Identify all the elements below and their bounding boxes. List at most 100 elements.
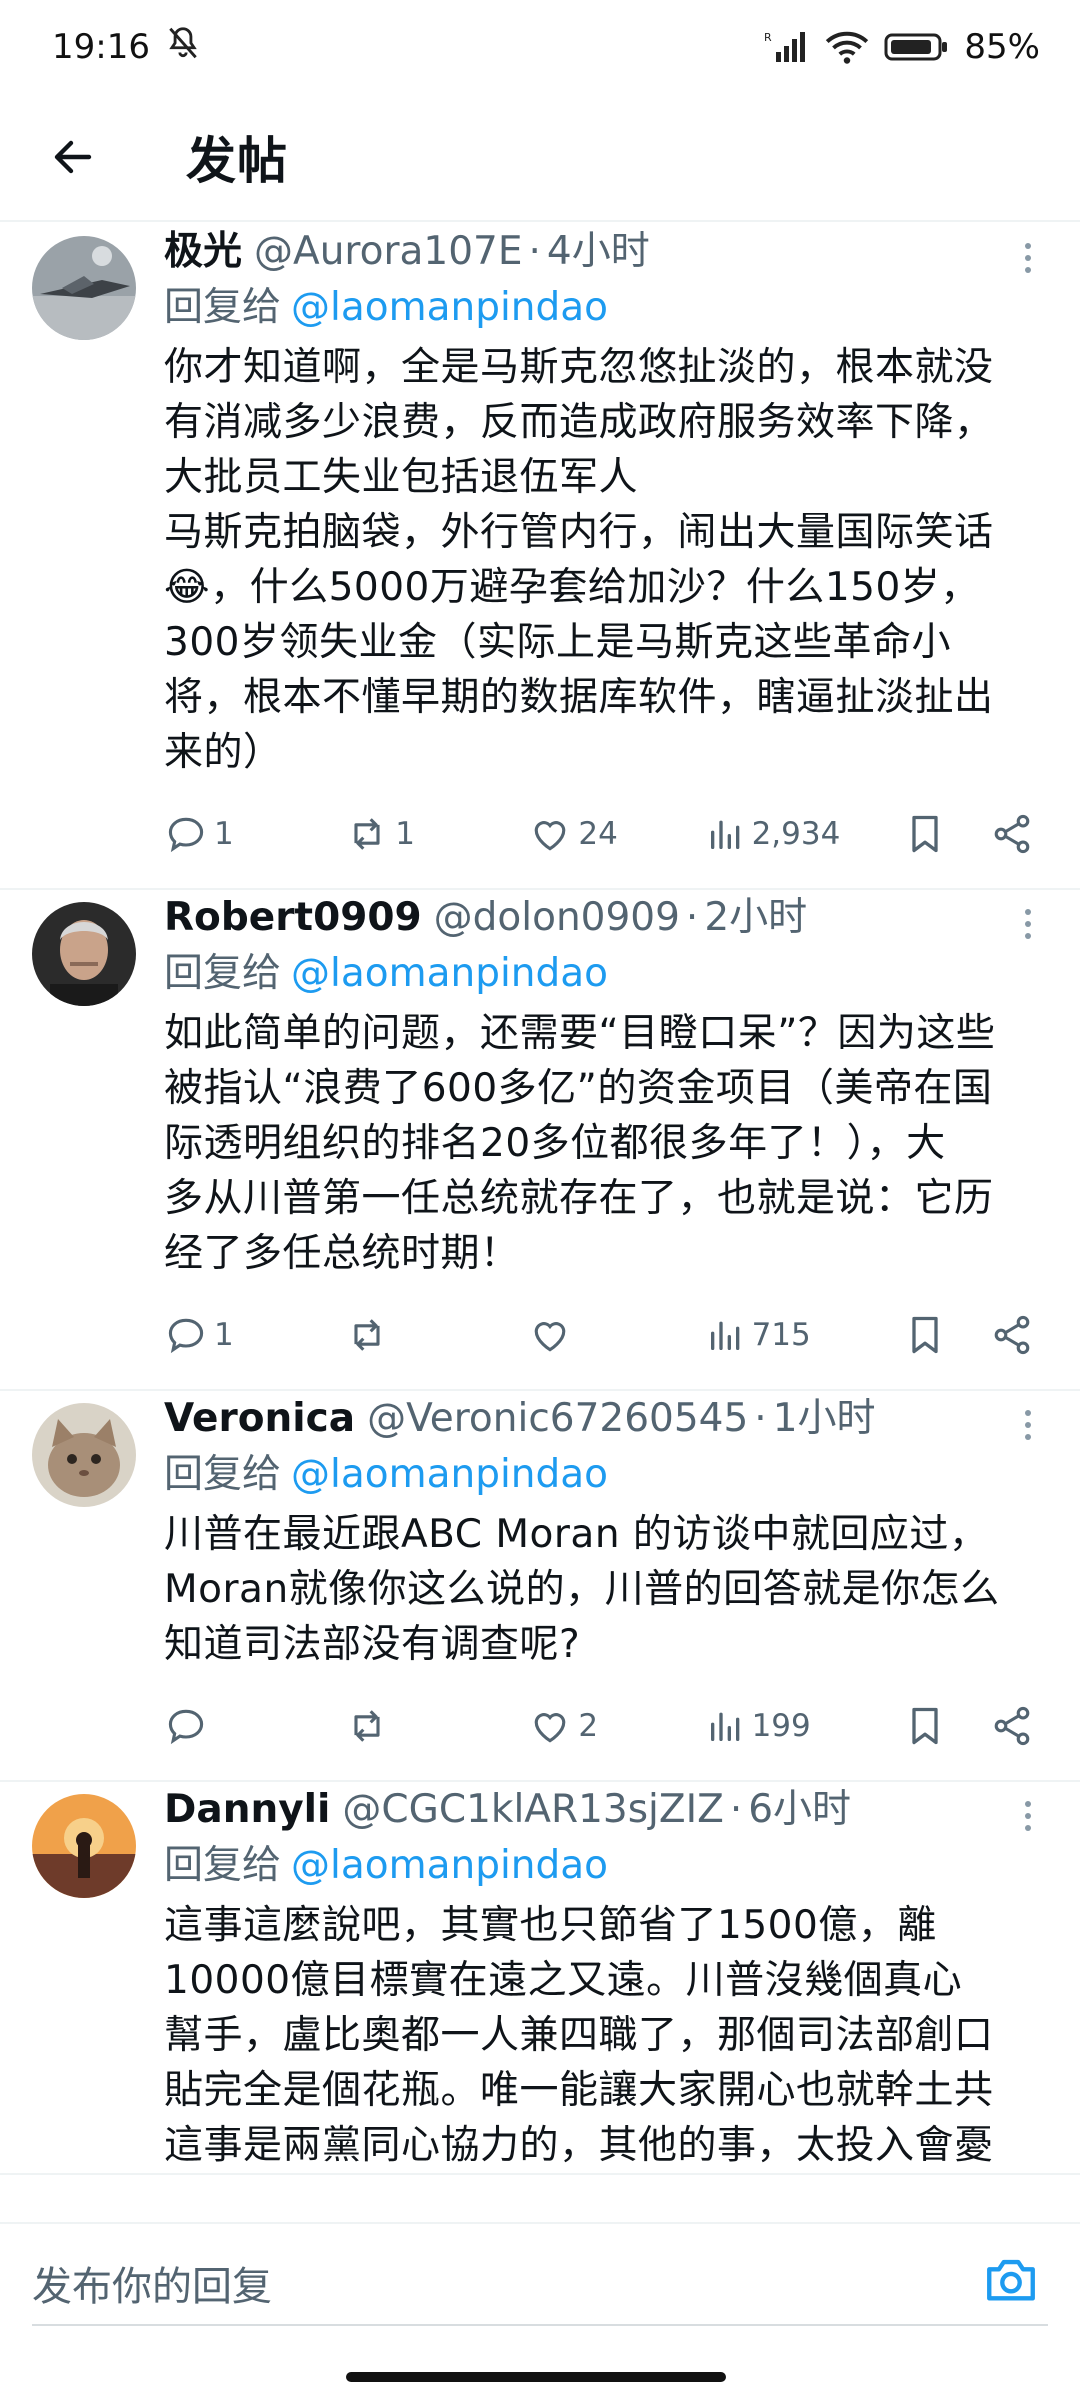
reply-to-label: 回复给: [164, 951, 282, 996]
reply-count: 1: [214, 816, 234, 852]
like-count: 24: [578, 816, 618, 852]
bookmark-icon: [912, 1707, 938, 1745]
reply-to-line: 回复给 @laomanpindao: [164, 280, 1050, 336]
post-text-line: 貼完全是個花瓶。唯一能讓大家開心也就幹土共: [164, 2068, 994, 2113]
author-name[interactable]: Veronica: [164, 1391, 355, 1447]
reply-post[interactable]: Robert0909 @dolon0909 · 2小时 回复给 @laomanpi…: [0, 890, 1080, 1391]
reply-to-handle[interactable]: @laomanpindao: [291, 285, 608, 330]
reply-post[interactable]: Veronica @Veronic67260545 · 1小时 回复给 @laom…: [0, 1391, 1080, 1782]
author-handle[interactable]: @dolon0909: [434, 890, 680, 946]
reply-button[interactable]: 1: [164, 1307, 345, 1363]
retweet-button[interactable]: [345, 1698, 528, 1754]
reply-to-line: 回复给 @laomanpindao: [164, 946, 1050, 1002]
share-icon: [994, 1706, 1030, 1746]
post-text-line: 這事這麼說吧，其實也只節省了1500億，離: [164, 1903, 937, 1948]
reply-to-handle[interactable]: @laomanpindao: [291, 1843, 608, 1888]
action-bar: 2 199: [164, 1698, 1050, 1754]
reply-icon: [168, 1318, 204, 1354]
view-count: 199: [751, 1708, 811, 1744]
views-button[interactable]: 715: [706, 1307, 903, 1363]
more-options-button[interactable]: [1008, 1796, 1048, 1836]
more-options-button[interactable]: [1008, 238, 1048, 278]
like-button[interactable]: 2: [528, 1698, 705, 1754]
gesture-home-bar[interactable]: [346, 2372, 726, 2382]
retweet-button[interactable]: [345, 1307, 528, 1363]
reply-to-handle[interactable]: @laomanpindao: [291, 1452, 608, 1497]
author-handle[interactable]: @CGC1klAR13sjZIZ: [342, 1782, 723, 1838]
post-time: 6小时: [748, 1787, 852, 1832]
avatar[interactable]: [32, 902, 136, 1006]
reply-button[interactable]: [164, 1698, 345, 1754]
post-text-line: 幫手，盧比奧都一人兼四職了，那個司法部創口: [164, 2013, 994, 2058]
post-text-line: 😂，什么5000万避孕套给加沙？什么150岁，: [164, 565, 980, 610]
action-bar: 1 1 24 2,934: [164, 806, 1050, 862]
wifi-icon: [824, 29, 870, 65]
page-title: 发帖: [186, 132, 288, 190]
bookmark-button[interactable]: [903, 1698, 991, 1754]
post-text-line: 来的）: [164, 730, 283, 775]
views-button[interactable]: 199: [706, 1698, 903, 1754]
post-text-line: 知道司法部没有调查呢?: [164, 1622, 581, 1667]
views-button[interactable]: 2,934: [706, 806, 903, 862]
more-options-button[interactable]: [1008, 904, 1048, 944]
post-text-line: 如此简单的问题，还需要“目瞪口呆”？因为这些: [164, 1011, 996, 1056]
author-name[interactable]: Dannyli: [164, 1782, 330, 1838]
reply-button[interactable]: 1: [164, 806, 345, 862]
separator-dot: ·: [528, 229, 541, 274]
avatar[interactable]: [32, 1794, 136, 1898]
post-time: 1小时: [772, 1396, 876, 1441]
retweet-button[interactable]: 1: [345, 806, 528, 862]
post-text-line: 将，根本不懂早期的数据库软件，瞎逼扯淡扯出: [164, 675, 994, 720]
mute-bell-icon: [164, 24, 202, 71]
reply-feed[interactable]: 极光 @Aurora107E · 4小时 回复给 @laomanpindao 你才…: [0, 224, 1080, 2220]
separator-dot: ·: [754, 1396, 767, 1441]
share-button[interactable]: [990, 1698, 1050, 1754]
post-text-line: 你才知道啊，全是马斯克忽悠扯淡的，根本就没: [164, 345, 994, 390]
author-name[interactable]: 极光: [164, 224, 242, 280]
like-button[interactable]: [528, 1307, 705, 1363]
avatar[interactable]: [32, 236, 136, 340]
post-text-line: 10000億目標實在遠之又遠。川普沒幾個真心: [164, 1958, 963, 2003]
reply-composer: 发布你的回复: [0, 2222, 1080, 2354]
avatar[interactable]: [32, 1403, 136, 1507]
post-text-line: 大批员工失业包括退伍军人: [164, 455, 639, 500]
view-count: 715: [751, 1317, 811, 1353]
camera-button[interactable]: [982, 2250, 1040, 2308]
reply-input[interactable]: 发布你的回复: [32, 2254, 272, 2312]
arrow-left-icon: [54, 140, 92, 174]
bookmark-button[interactable]: [903, 806, 991, 862]
retweet-icon: [354, 818, 380, 850]
analytics-icon: [710, 820, 739, 849]
post-text: 如此简单的问题，还需要“目瞪口呆”？因为这些 被指认“浪费了600多亿”的资金项…: [164, 1006, 1050, 1281]
heart-icon: [535, 1322, 566, 1352]
author-handle[interactable]: @Aurora107E: [254, 224, 522, 280]
share-icon: [994, 814, 1030, 854]
author-name[interactable]: Robert0909: [164, 890, 422, 946]
post-text-line: 有消减多少浪费，反而造成政府服务效率下降，: [164, 400, 994, 445]
like-button[interactable]: 24: [528, 806, 705, 862]
reply-to-handle[interactable]: @laomanpindao: [291, 951, 608, 996]
retweet-icon: [354, 1319, 380, 1351]
reply-post[interactable]: Dannyli @CGC1klAR13sjZIZ · 6小时 回复给 @laoma…: [0, 1782, 1080, 2175]
bookmark-icon: [912, 815, 938, 853]
action-bar: 1 715: [164, 1307, 1050, 1363]
back-button[interactable]: [0, 93, 148, 221]
post-text-line: 多从川普第一任总统就存在了，也就是说：它历: [164, 1176, 994, 1221]
share-icon: [994, 1315, 1030, 1355]
post-text: 川普在最近跟ABC Moran 的访谈中就回应过， Moran就像你这么说的，川…: [164, 1507, 1050, 1672]
more-options-button[interactable]: [1008, 1405, 1048, 1445]
post-text-line: 300岁领失业金（实际上是马斯克这些革命小: [164, 620, 951, 665]
clock: 19:16: [52, 27, 150, 67]
reply-count: 1: [214, 1317, 234, 1353]
author-handle[interactable]: @Veronic67260545: [367, 1391, 748, 1447]
top-app-bar: 发帖: [0, 94, 1080, 222]
battery-level: 85%: [964, 27, 1040, 67]
reply-to-line: 回复给 @laomanpindao: [164, 1838, 1050, 1894]
share-button[interactable]: [990, 806, 1050, 862]
bookmark-icon: [912, 1316, 938, 1354]
reply-post[interactable]: 极光 @Aurora107E · 4小时 回复给 @laomanpindao 你才…: [0, 224, 1080, 890]
view-count: 2,934: [751, 816, 841, 852]
analytics-icon: [710, 1321, 739, 1350]
share-button[interactable]: [990, 1307, 1050, 1363]
bookmark-button[interactable]: [903, 1307, 991, 1363]
